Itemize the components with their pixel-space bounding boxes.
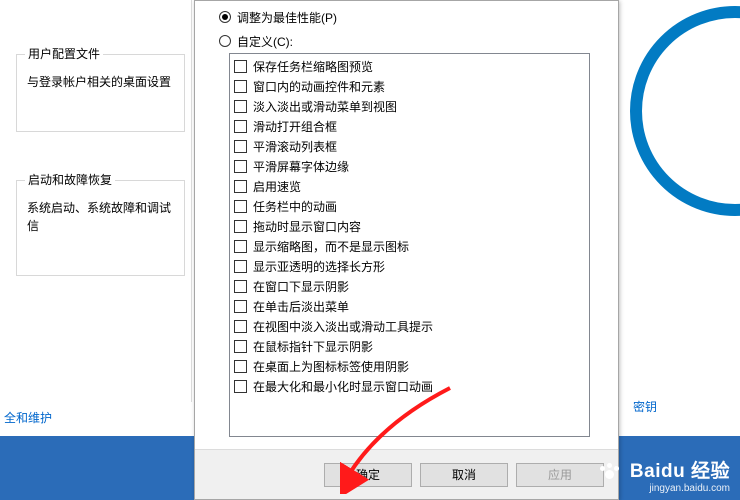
- option-label: 窗口内的动画控件和元素: [253, 78, 385, 95]
- option-label: 在窗口下显示阴影: [253, 278, 349, 295]
- option-label: 启用速览: [253, 178, 301, 195]
- visual-effects-list[interactable]: 保存任务栏缩略图预览窗口内的动画控件和元素淡入淡出或滑动菜单到视图滑动打开组合框…: [229, 53, 590, 437]
- group-startup-recovery: 启动和故障恢复 系统启动、系统故障和调试信: [16, 180, 185, 276]
- checkbox-icon[interactable]: [234, 60, 247, 73]
- watermark-brand-a: Bai: [630, 461, 661, 482]
- visual-effect-option[interactable]: 在最大化和最小化时显示窗口动画: [234, 376, 585, 396]
- option-label: 淡入淡出或滑动菜单到视图: [253, 98, 397, 115]
- visual-effect-option[interactable]: 在桌面上为图标标签使用阴影: [234, 356, 585, 376]
- visual-effect-option[interactable]: 显示缩略图，而不是显示图标: [234, 236, 585, 256]
- watermark-brand-b: du: [661, 461, 685, 482]
- group-title: 用户配置文件: [25, 45, 103, 62]
- cancel-button[interactable]: 取消: [420, 463, 508, 487]
- checkbox-icon[interactable]: [234, 220, 247, 233]
- performance-options-dialog: 调整为最佳性能(P) 自定义(C): 保存任务栏缩略图预览窗口内的动画控件和元素…: [194, 0, 619, 500]
- option-label: 平滑滚动列表框: [253, 138, 337, 155]
- visual-effect-option[interactable]: 窗口内的动画控件和元素: [234, 76, 585, 96]
- group-desc: 与登录帐户相关的桌面设置: [27, 73, 176, 91]
- option-label: 在最大化和最小化时显示窗口动画: [253, 378, 433, 395]
- apply-button[interactable]: 应用: [516, 463, 604, 487]
- radio-indicator-checked: [219, 11, 231, 23]
- option-label: 显示亚透明的选择长方形: [253, 258, 385, 275]
- option-label: 在鼠标指针下显示阴影: [253, 338, 373, 355]
- dialog-button-row: 确定 取消 应用: [195, 449, 618, 499]
- checkbox-icon[interactable]: [234, 180, 247, 193]
- visual-effect-option[interactable]: 在单击后淡出菜单: [234, 296, 585, 316]
- left-panel: 用户配置文件 与登录帐户相关的桌面设置 启动和故障恢复 系统启动、系统故障和调试…: [6, 0, 192, 402]
- paw-icon: [598, 462, 622, 480]
- visual-effect-option[interactable]: 滑动打开组合框: [234, 116, 585, 136]
- checkbox-icon[interactable]: [234, 200, 247, 213]
- checkbox-icon[interactable]: [234, 80, 247, 93]
- visual-effect-option[interactable]: 淡入淡出或滑动菜单到视图: [234, 96, 585, 116]
- security-maintenance-link[interactable]: 全和维护: [4, 409, 52, 426]
- radio-label: 自定义(C):: [237, 33, 293, 50]
- radio-best-performance[interactable]: 调整为最佳性能(P): [219, 7, 614, 27]
- option-label: 任务栏中的动画: [253, 198, 337, 215]
- checkbox-icon[interactable]: [234, 100, 247, 113]
- checkbox-icon[interactable]: [234, 260, 247, 273]
- brand-arc: [630, 6, 740, 216]
- right-strip: 密钥: [619, 0, 740, 436]
- checkbox-icon[interactable]: [234, 280, 247, 293]
- visual-effect-option[interactable]: 平滑屏幕字体边缘: [234, 156, 585, 176]
- checkbox-icon[interactable]: [234, 160, 247, 173]
- option-label: 拖动时显示窗口内容: [253, 218, 361, 235]
- option-label: 保存任务栏缩略图预览: [253, 58, 373, 75]
- checkbox-icon[interactable]: [234, 320, 247, 333]
- radio-label: 调整为最佳性能(P): [237, 9, 337, 26]
- group-title: 启动和故障恢复: [25, 171, 115, 188]
- radio-indicator: [219, 35, 231, 47]
- checkbox-icon[interactable]: [234, 240, 247, 253]
- option-label: 显示缩略图，而不是显示图标: [253, 238, 409, 255]
- checkbox-icon[interactable]: [234, 340, 247, 353]
- key-link[interactable]: 密钥: [633, 398, 657, 415]
- visual-effect-option[interactable]: 拖动时显示窗口内容: [234, 216, 585, 236]
- visual-effect-option[interactable]: 任务栏中的动画: [234, 196, 585, 216]
- checkbox-icon[interactable]: [234, 120, 247, 133]
- option-label: 平滑屏幕字体边缘: [253, 158, 349, 175]
- group-user-profile: 用户配置文件 与登录帐户相关的桌面设置: [16, 54, 185, 132]
- visual-effect-option[interactable]: 平滑滚动列表框: [234, 136, 585, 156]
- watermark: Baidu 经验 jingyan.baidu.com: [598, 456, 730, 494]
- visual-effect-option[interactable]: 在视图中淡入淡出或滑动工具提示: [234, 316, 585, 336]
- radio-custom[interactable]: 自定义(C):: [219, 31, 614, 51]
- visual-effect-option[interactable]: 启用速览: [234, 176, 585, 196]
- option-label: 在桌面上为图标标签使用阴影: [253, 358, 409, 375]
- visual-effect-option[interactable]: 在窗口下显示阴影: [234, 276, 585, 296]
- visual-effect-option[interactable]: 保存任务栏缩略图预览: [234, 56, 585, 76]
- option-label: 滑动打开组合框: [253, 118, 337, 135]
- watermark-brand-c: 经验: [691, 461, 730, 482]
- watermark-url: jingyan.baidu.com: [598, 483, 730, 494]
- group-desc: 系统启动、系统故障和调试信: [27, 199, 176, 235]
- option-label: 在视图中淡入淡出或滑动工具提示: [253, 318, 433, 335]
- visual-effect-option[interactable]: 显示亚透明的选择长方形: [234, 256, 585, 276]
- visual-effect-option[interactable]: 在鼠标指针下显示阴影: [234, 336, 585, 356]
- ok-button[interactable]: 确定: [324, 463, 412, 487]
- option-label: 在单击后淡出菜单: [253, 298, 349, 315]
- checkbox-icon[interactable]: [234, 380, 247, 393]
- checkbox-icon[interactable]: [234, 300, 247, 313]
- radio-group: 调整为最佳性能(P) 自定义(C):: [195, 1, 618, 61]
- checkbox-icon[interactable]: [234, 140, 247, 153]
- checkbox-icon[interactable]: [234, 360, 247, 373]
